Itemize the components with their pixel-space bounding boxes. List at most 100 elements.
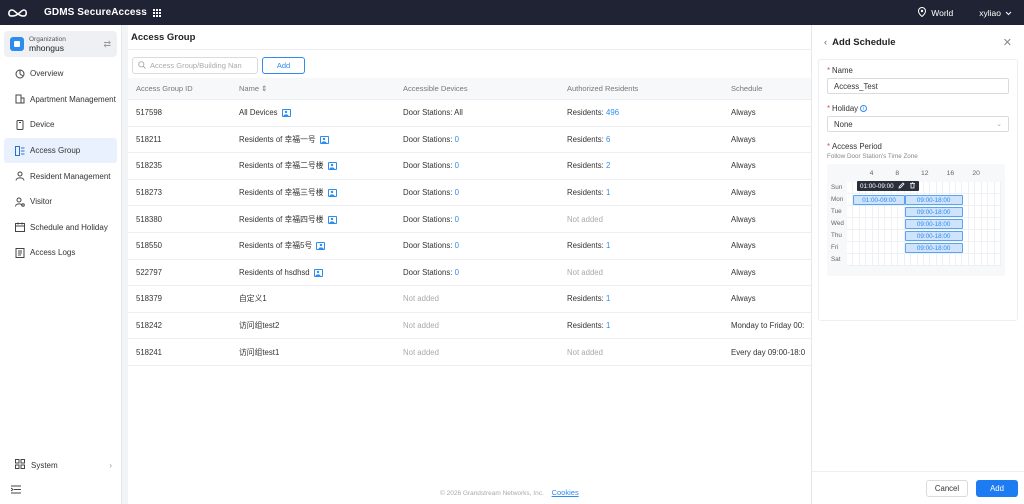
- holiday-select[interactable]: None ⌄: [827, 116, 1009, 132]
- time-block[interactable]: 09:00-18:00: [904, 231, 963, 241]
- time-block[interactable]: 09:00-18:00: [904, 195, 963, 205]
- app-grid-icon[interactable]: [152, 8, 161, 17]
- time-block[interactable]: 09:00-18:00: [904, 219, 963, 229]
- back-chevron-icon[interactable]: ‹: [824, 37, 827, 48]
- column-header-schedule: Schedule: [731, 84, 763, 93]
- schedule-cell[interactable]: [994, 206, 1001, 218]
- table-row[interactable]: 518273 Residents of 幸福三号楼 Door Stations: 0…: [128, 180, 811, 207]
- device-icon: [15, 119, 25, 130]
- devices-text: Door Stations:: [403, 161, 455, 171]
- residents-text: Not added: [567, 267, 603, 277]
- table-row[interactable]: 518380 Residents of 幸福四号楼 Door Stations: 0…: [128, 206, 811, 233]
- sidebar-item-device[interactable]: Device: [4, 112, 117, 138]
- info-icon[interactable]: i: [860, 105, 868, 113]
- time-block[interactable]: 09:00-18:00: [904, 243, 963, 253]
- add-button[interactable]: Add: [976, 479, 1018, 497]
- residents-count-link[interactable]: 496: [606, 108, 619, 117]
- schedule-cell[interactable]: [994, 218, 1001, 230]
- user-menu[interactable]: xyliao: [979, 8, 1012, 18]
- weekly-schedule-grid[interactable]: 01:00-09:00 09:00-18:00 09:00-18:00 09:00-1…: [827, 164, 1005, 276]
- visitor-icon: [15, 197, 25, 207]
- schedule-cell[interactable]: [994, 242, 1001, 254]
- search-input[interactable]: Access Group/Building Nan: [132, 57, 258, 74]
- table-row[interactable]: 518241 访问组test1 Not added Not added Every da…: [128, 339, 811, 366]
- column-header-name[interactable]: Name ⇕: [239, 84, 403, 93]
- holiday-label: Holiday: [832, 104, 859, 113]
- holiday-value: None: [834, 119, 853, 129]
- schedule-cell[interactable]: [994, 230, 1001, 242]
- residents-text: Residents:: [567, 321, 607, 331]
- chevron-down-icon: [1005, 8, 1012, 18]
- delete-icon[interactable]: [909, 181, 916, 191]
- devices-count-link[interactable]: 0: [455, 268, 459, 277]
- sidebar-item-apartment-management[interactable]: Apartment Management: [4, 87, 117, 113]
- sidebar-item-resident-management[interactable]: Resident Management: [4, 163, 117, 189]
- time-block[interactable]: 01:00-09:00: [853, 195, 905, 205]
- residents-count-link[interactable]: 1: [606, 321, 610, 330]
- hour-label: 20: [972, 170, 980, 177]
- group-name: Residents of hsdhsd: [239, 267, 310, 277]
- swap-icon[interactable]: ⇄: [103, 39, 111, 50]
- resident-icon: [15, 171, 25, 181]
- group-name: Residents of 幸福一号: [239, 134, 316, 144]
- sidebar-nav: Overview Apartment Management Device Access…: [0, 61, 121, 266]
- table-row[interactable]: 518550 Residents of 幸福5号 Door Stations: 0R…: [128, 233, 811, 260]
- table-header: Access Group ID Name ⇕ Accessible Device…: [128, 78, 811, 100]
- devices-text: Door Stations:: [403, 241, 455, 251]
- sidebar-item-visitor[interactable]: Visitor: [4, 189, 117, 215]
- devices-count-link[interactable]: 0: [455, 135, 459, 144]
- hour-label: 8: [895, 170, 900, 177]
- gdms-logo-icon[interactable]: [8, 6, 30, 20]
- devices-count-link[interactable]: 0: [455, 215, 459, 224]
- devices-count-link[interactable]: 0: [455, 161, 459, 170]
- name-input[interactable]: Access_Test: [827, 78, 1009, 94]
- sidebar-item-overview[interactable]: Overview: [4, 61, 117, 87]
- time-block[interactable]: 09:00-18:00: [904, 207, 963, 217]
- schedule-cell[interactable]: [994, 254, 1001, 266]
- organization-switcher[interactable]: Organization mhongus ⇄: [4, 31, 117, 57]
- table-row[interactable]: 522797 Residents of hsdhsd Door Stations: …: [128, 260, 811, 287]
- schedule-cell[interactable]: [994, 194, 1001, 206]
- residents-text: Residents:: [567, 188, 607, 198]
- add-access-group-button[interactable]: Add: [262, 57, 305, 74]
- devices-text: Door Stations:: [403, 188, 455, 198]
- table-row[interactable]: 518235 Residents of 幸福二号楼 Door Stations: 0…: [128, 153, 811, 180]
- sidebar-item-system[interactable]: System ›: [4, 453, 118, 477]
- region-selector[interactable]: World: [918, 6, 953, 19]
- residents-count-link[interactable]: 2: [606, 161, 610, 170]
- devices-count-link[interactable]: 0: [455, 241, 459, 250]
- table-row[interactable]: 518242 访问组test2 Not added Residents: 1 Monda…: [128, 313, 811, 340]
- search-placeholder: Access Group/Building Nan: [150, 61, 242, 70]
- access-period-label: Access Period: [832, 142, 882, 151]
- schedule-cell[interactable]: [994, 182, 1001, 194]
- sidebar-item-access-group[interactable]: Access Group: [4, 137, 117, 164]
- cookies-link[interactable]: Cookies: [552, 488, 579, 497]
- residents-count-link[interactable]: 1: [606, 188, 610, 197]
- table-row[interactable]: 517598 All Devices Door Stations: All Resid…: [128, 100, 811, 127]
- group-id: 522797: [136, 267, 163, 277]
- devices-count-link[interactable]: 0: [455, 188, 459, 197]
- resident-group-icon: [327, 215, 337, 224]
- hour-label: 4: [869, 170, 874, 177]
- group-name-cell: Residents of 幸福二号楼: [239, 160, 403, 171]
- accessible-devices-cell: Door Stations: 0: [403, 241, 567, 250]
- sidebar-item-schedule-and-holiday[interactable]: Schedule and Holiday: [4, 215, 117, 241]
- residents-count-link[interactable]: 1: [606, 294, 610, 303]
- sidebar-item-access-logs[interactable]: Access Logs: [4, 240, 117, 266]
- table-row[interactable]: 518211 Residents of 幸福一号 Door Stations: 0R…: [128, 127, 811, 154]
- table-row[interactable]: 518379 自定义1 Not added Residents: 1 Always: [128, 286, 811, 313]
- day-label: Sun: [831, 184, 843, 191]
- authorized-residents-cell: Residents: 1: [567, 188, 731, 197]
- group-id: 518211: [136, 134, 162, 144]
- user-name: xyliao: [979, 7, 1001, 18]
- overview-icon: [15, 69, 25, 79]
- residents-count-link[interactable]: 6: [606, 135, 610, 144]
- collapse-sidebar-icon[interactable]: [10, 485, 21, 496]
- resident-group-icon: [319, 135, 329, 144]
- schedule-cell: Always: [731, 108, 756, 118]
- edit-icon[interactable]: [898, 181, 905, 191]
- close-icon[interactable]: ✕: [1003, 36, 1012, 49]
- sort-icon[interactable]: ⇕: [261, 84, 267, 93]
- cancel-button[interactable]: Cancel: [926, 479, 968, 497]
- residents-count-link[interactable]: 1: [606, 241, 610, 250]
